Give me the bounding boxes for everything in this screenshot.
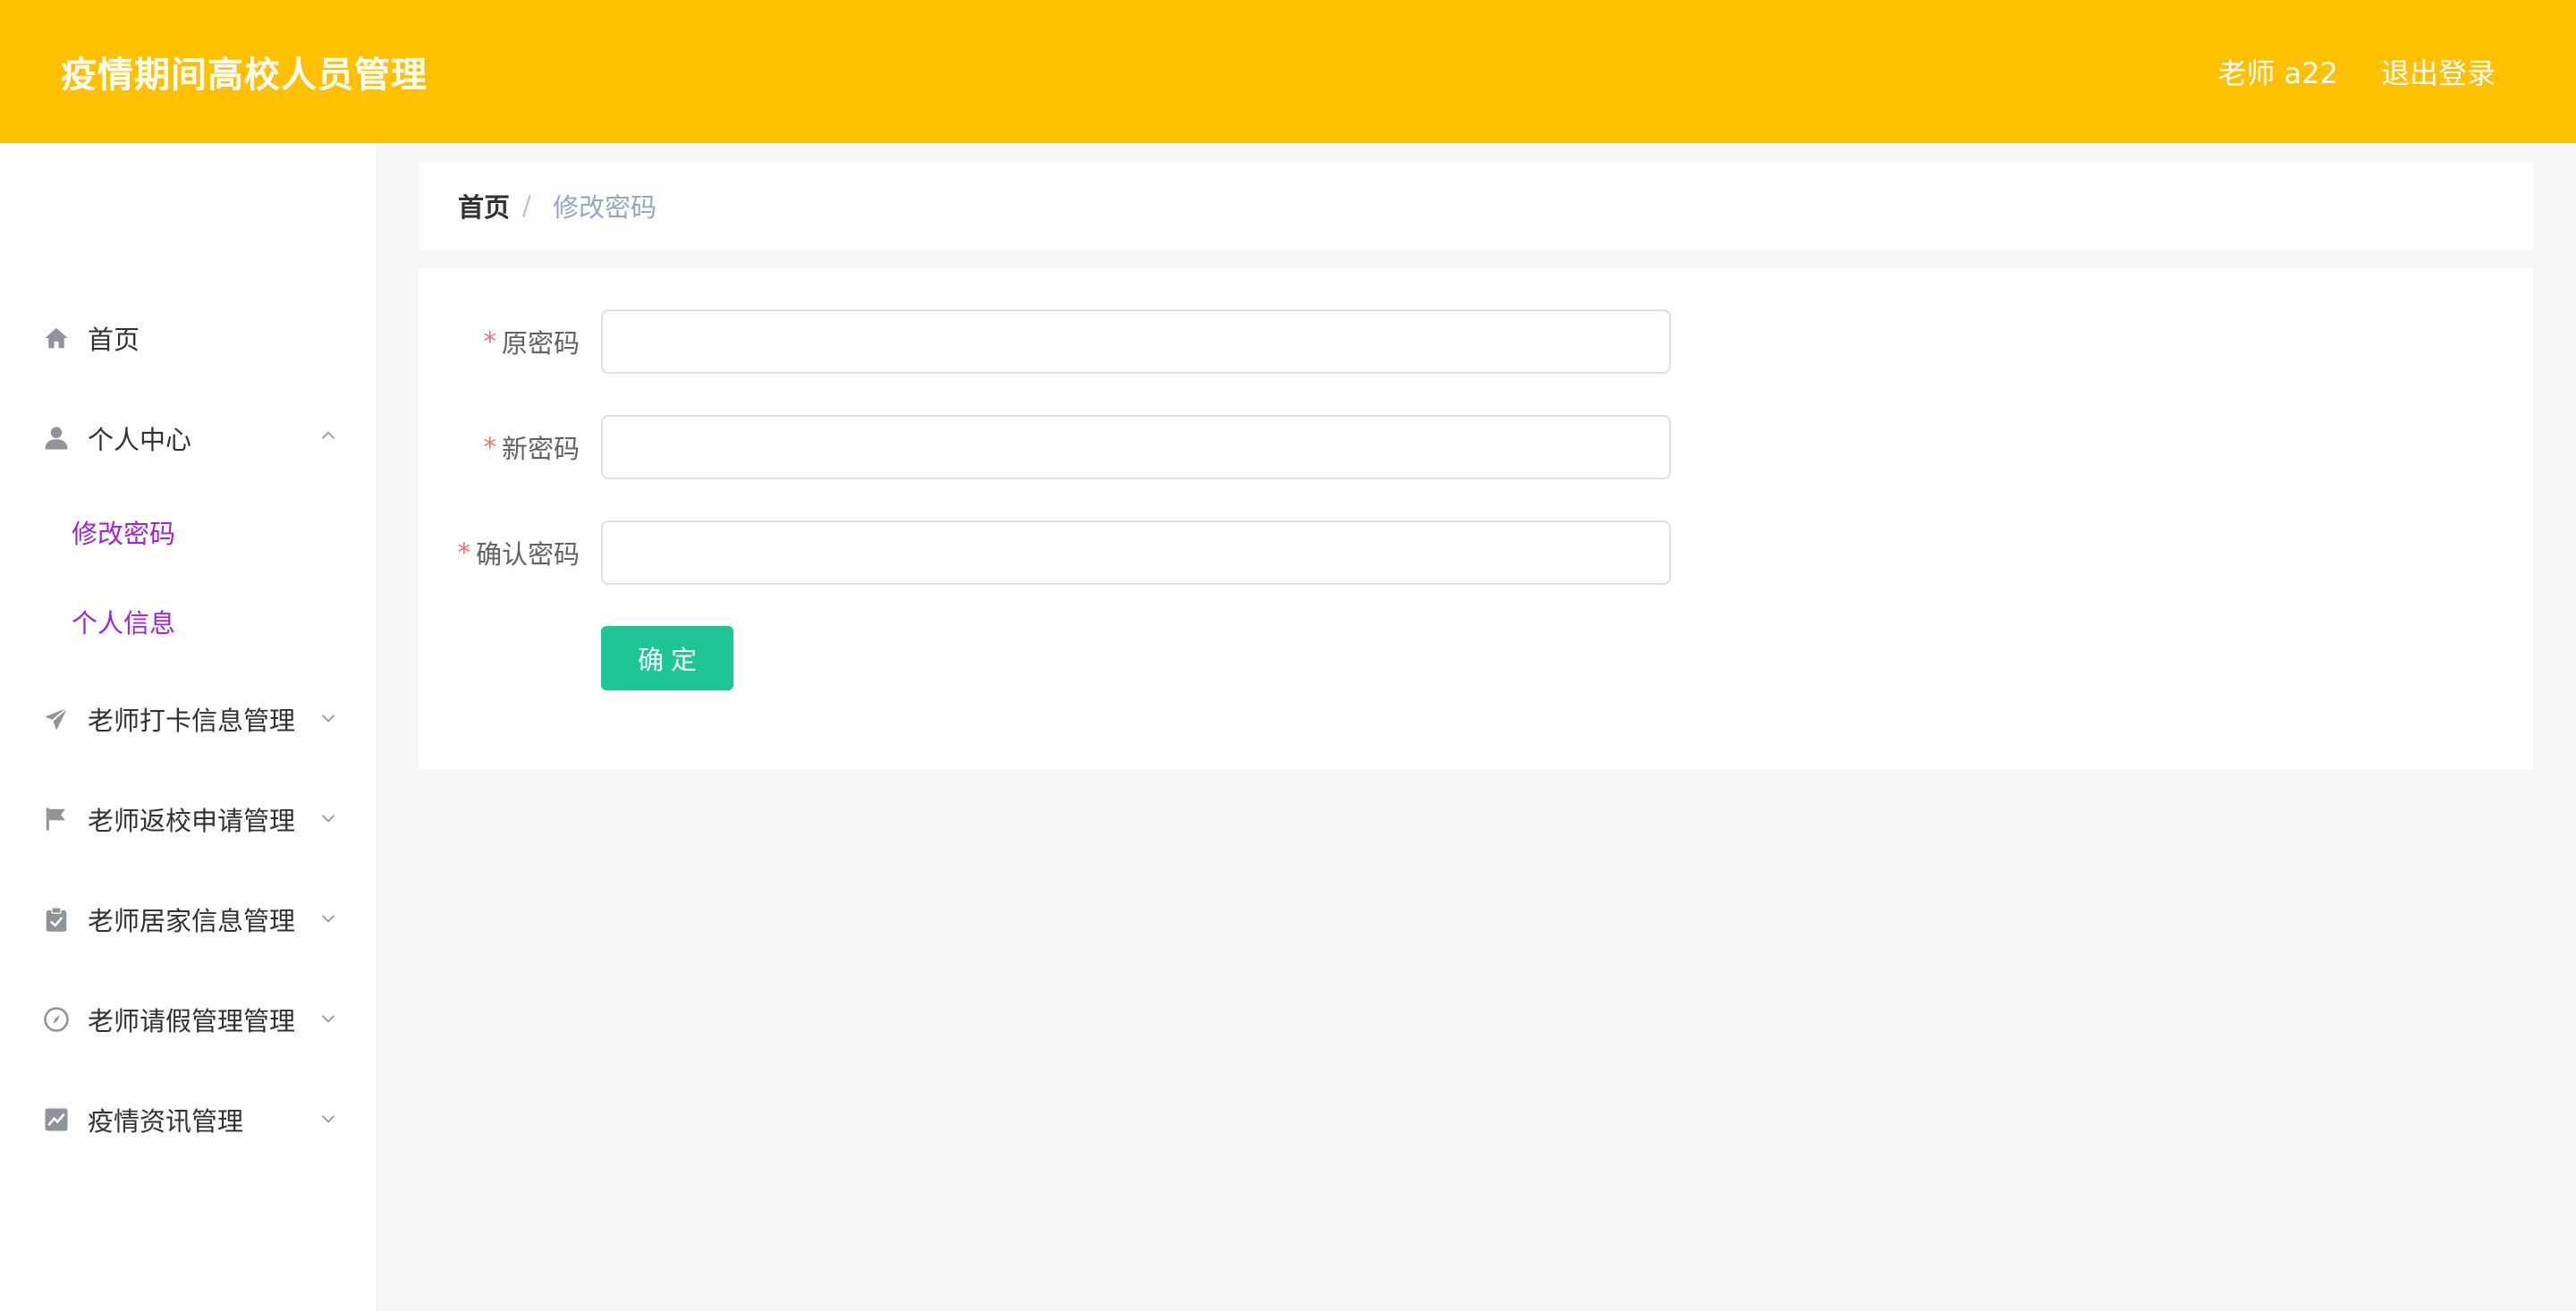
sidebar-item-label: 老师打卡信息管理: [88, 706, 296, 736]
confirm-password-label: * 确认密码: [457, 520, 580, 585]
chevron-down-icon: [318, 708, 338, 728]
sidebar: 首页 个人中心 修改密码 个人信息 老师打卡信息管理 老师返校申请管理 老师居家…: [0, 143, 376, 1311]
new-password-label: * 新密码: [483, 415, 580, 479]
chevron-down-icon: [318, 1109, 338, 1129]
field-label-text: 原密码: [501, 328, 580, 359]
home-icon: [41, 323, 72, 353]
breadcrumb: 首页 / 修改密码: [419, 161, 2533, 250]
sidebar-item-label: 老师居家信息管理: [88, 906, 296, 936]
breadcrumb-current: 修改密码: [553, 192, 657, 223]
sidebar-item-label: 首页: [88, 325, 140, 355]
sidebar-item-label: 老师请假管理管理: [88, 1006, 296, 1036]
form-row-old-password: * 原密码: [419, 309, 2533, 374]
new-password-input[interactable]: [601, 415, 1671, 479]
chevron-down-icon: [318, 909, 338, 928]
sidebar-item-label: 老师返校申请管理: [88, 806, 296, 836]
sidebar-item-home[interactable]: 首页: [0, 293, 376, 383]
user-icon: [41, 423, 72, 453]
compass-icon: [41, 1004, 72, 1035]
change-password-form: * 原密码 * 新密码 * 确认密码 确定: [419, 268, 2533, 769]
sidebar-subitem-label: 个人信息: [72, 608, 176, 639]
submit-button[interactable]: 确定: [601, 626, 733, 690]
breadcrumb-separator: /: [522, 190, 531, 221]
required-mark: *: [483, 326, 496, 357]
chevron-down-icon: [318, 1009, 338, 1028]
current-user: 老师 a22: [2217, 56, 2338, 90]
old-password-input[interactable]: [601, 309, 1671, 374]
sidebar-subitem-personal-info[interactable]: 个人信息: [0, 581, 376, 662]
sidebar-item-personal-center[interactable]: 个人中心: [0, 393, 376, 483]
breadcrumb-home[interactable]: 首页: [458, 187, 510, 224]
required-mark: *: [483, 432, 496, 462]
sidebar-item-epidemic-news[interactable]: 疫情资讯管理: [0, 1075, 376, 1164]
sidebar-item-teacher-home-info[interactable]: 老师居家信息管理: [0, 875, 376, 964]
chevron-down-icon: [318, 808, 338, 828]
field-label-text: 新密码: [501, 434, 580, 464]
paper-plane-icon: [41, 704, 72, 734]
sidebar-item-label: 疫情资讯管理: [88, 1106, 244, 1137]
required-mark: *: [457, 537, 470, 568]
sidebar-subitem-change-password[interactable]: 修改密码: [0, 492, 376, 572]
chevron-up-icon: [318, 426, 338, 445]
sidebar-item-teacher-leave[interactable]: 老师请假管理管理: [0, 975, 376, 1064]
chart-line-icon: [41, 1104, 72, 1135]
sidebar-subitem-label: 修改密码: [72, 519, 176, 549]
sidebar-item-teacher-checkin[interactable]: 老师打卡信息管理: [0, 674, 376, 764]
flag-icon: [41, 804, 72, 834]
form-row-new-password: * 新密码: [419, 415, 2533, 479]
clipboard-check-icon: [41, 904, 72, 935]
app-title: 疫情期间高校人员管理: [61, 55, 428, 96]
sidebar-item-teacher-return[interactable]: 老师返校申请管理: [0, 774, 376, 864]
logout-link[interactable]: 退出登录: [2381, 51, 2496, 92]
confirm-password-input[interactable]: [601, 520, 1671, 585]
field-label-text: 确认密码: [475, 539, 580, 570]
header-user-area: 老师 a22 退出登录: [2217, 51, 2496, 92]
old-password-label: * 原密码: [483, 309, 580, 374]
form-row-confirm-password: * 确认密码: [419, 520, 2533, 585]
top-header: 疫情期间高校人员管理 老师 a22 退出登录: [0, 0, 2576, 143]
sidebar-item-label: 个人中心: [88, 425, 192, 455]
